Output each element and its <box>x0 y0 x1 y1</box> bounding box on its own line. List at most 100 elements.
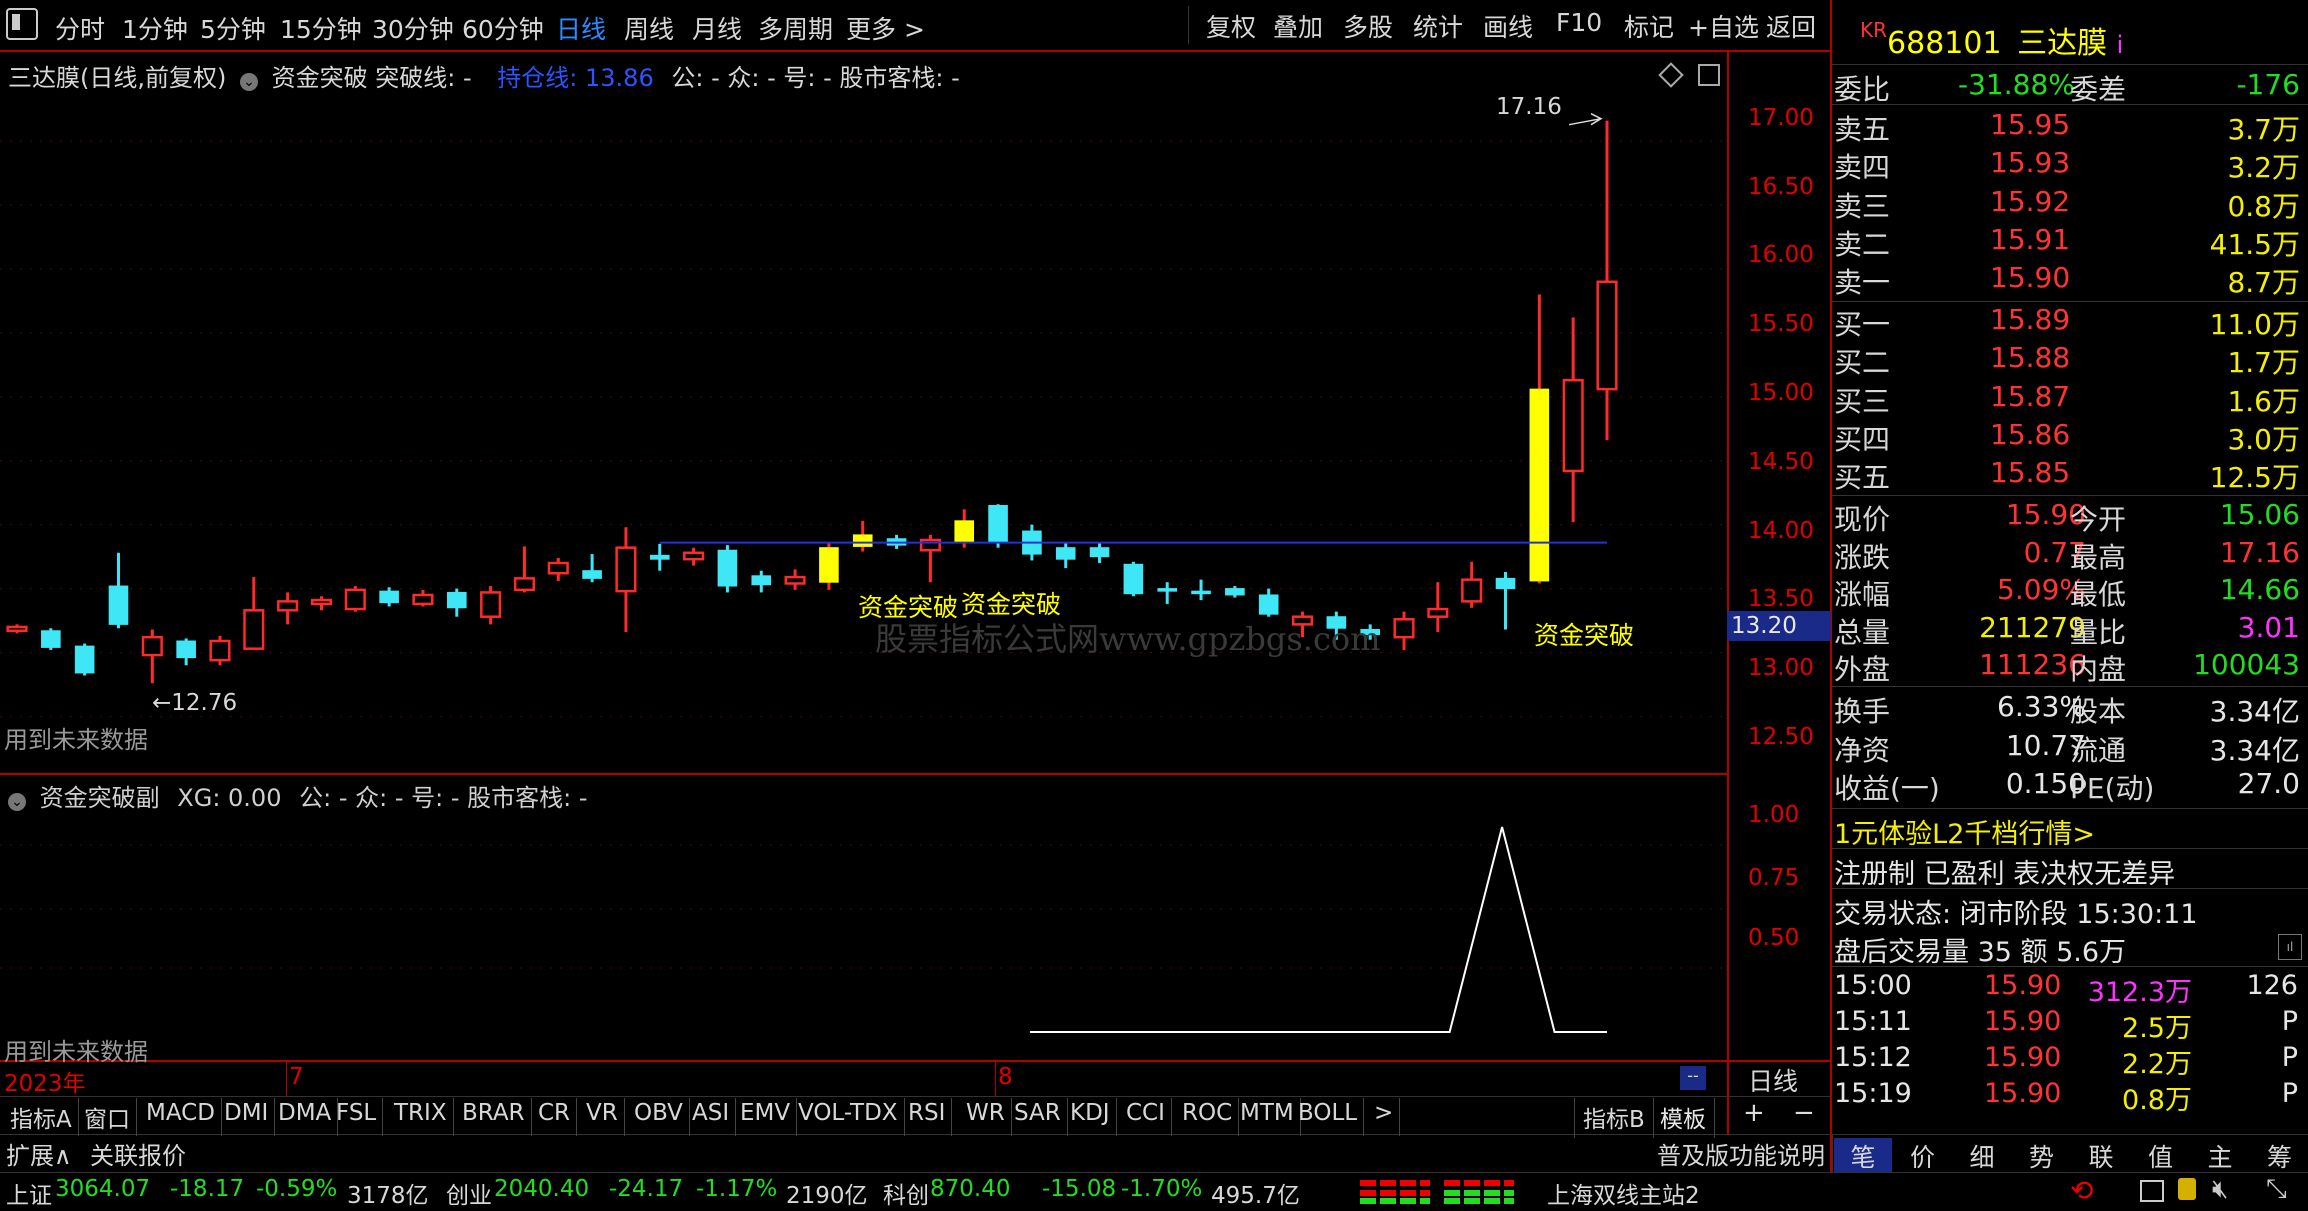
ask-level[interactable]: 卖三15.920.8万 <box>1834 185 2304 225</box>
indicator-tab[interactable]: EMV <box>736 1098 797 1136</box>
zoom-in-icon[interactable]: + <box>1743 1098 1765 1128</box>
window-icon[interactable] <box>2140 1180 2164 1202</box>
market-breadth-icon[interactable] <box>1352 1178 1527 1206</box>
tab-1min[interactable]: 1分钟 <box>122 10 188 46</box>
candle <box>1462 562 1481 608</box>
bid-level[interactable]: 买三15.871.6万 <box>1834 380 2304 420</box>
indicator-tab[interactable]: 窗口 <box>80 1098 137 1136</box>
time-cursor-box[interactable]: -- <box>1680 1066 1706 1090</box>
add-favorite-button[interactable]: +自选 <box>1688 8 1759 42</box>
indicator-tab[interactable]: ASI <box>688 1098 736 1136</box>
candle-body <box>1259 595 1278 614</box>
candle-body <box>8 627 27 631</box>
candle <box>549 558 568 581</box>
side-tab[interactable]: 价 <box>1894 1138 1952 1172</box>
mute-icon[interactable]: 🔇︎ <box>2212 1174 2228 1205</box>
indicator-tab[interactable]: TRIX <box>390 1098 454 1136</box>
tab-15min[interactable]: 15分钟 <box>280 10 362 46</box>
quote-label: 总量 <box>1834 616 1890 649</box>
tab-monthly[interactable]: 月线 <box>692 10 742 46</box>
side-tab[interactable]: 势 <box>2013 1138 2071 1172</box>
bid-level[interactable]: 买一15.8911.0万 <box>1834 303 2304 343</box>
feature-guide-link[interactable]: 普及版功能说明 <box>1657 1136 1825 1171</box>
f10-button[interactable]: F10 <box>1556 8 1602 42</box>
overlay-button[interactable]: 叠加 <box>1273 8 1323 42</box>
tab-30min[interactable]: 30分钟 <box>372 10 454 46</box>
indicator-b-tab[interactable]: 指标B <box>1574 1098 1654 1138</box>
indicator-tab[interactable]: BOLL <box>1294 1098 1364 1136</box>
tab-more[interactable]: 更多 > <box>846 10 925 46</box>
bid-level[interactable]: 买二15.881.7万 <box>1834 341 2304 381</box>
draw-line-button[interactable]: 画线 <box>1483 8 1533 42</box>
bid-level[interactable]: 买五15.8512.5万 <box>1834 456 2304 496</box>
side-tab[interactable]: 值 <box>2132 1138 2190 1172</box>
quote-row: 换手6.33%股本3.34亿 <box>1834 690 2304 730</box>
indicator-tab[interactable]: DMA <box>274 1098 338 1136</box>
tab-fenshi[interactable]: 分时 <box>55 10 105 46</box>
indicator-tab[interactable]: CCI <box>1122 1098 1172 1136</box>
info-icon[interactable]: i <box>2117 31 2124 59</box>
multi-stock-button[interactable]: 多股 <box>1343 8 1393 42</box>
ask-level[interactable]: 卖四15.933.2万 <box>1834 146 2304 186</box>
window-menu-icon[interactable] <box>6 8 38 40</box>
ask-level[interactable]: 卖五15.953.7万 <box>1834 108 2304 148</box>
quote-row: 收益(一)0.150PE(动)27.0 <box>1834 767 2304 807</box>
candle <box>481 586 500 624</box>
server-name[interactable]: 上海双线主站2 <box>1547 1176 1700 1210</box>
side-tab[interactable]: 联 <box>2072 1138 2130 1172</box>
bid-level[interactable]: 买四15.863.0万 <box>1834 418 2304 458</box>
indicator-tab[interactable]: FSL <box>332 1098 383 1136</box>
fuquan-button[interactable]: 复权 <box>1206 8 1256 42</box>
side-tab[interactable]: 筹 <box>2251 1138 2308 1172</box>
indicator-tab[interactable]: OBV <box>630 1098 690 1136</box>
indicator-tab[interactable]: KDJ <box>1066 1098 1117 1136</box>
indicator-tab[interactable]: > <box>1370 1098 1400 1136</box>
refresh-icon[interactable]: ⟲ <box>2070 1174 2093 1207</box>
mark-button[interactable]: 标记 <box>1624 8 1674 42</box>
tab-daily[interactable]: 日线 <box>556 10 606 46</box>
ask-level[interactable]: 卖二15.9141.5万 <box>1834 223 2304 263</box>
tab-5min[interactable]: 5分钟 <box>200 10 266 46</box>
candle-body <box>1056 548 1075 560</box>
related-quote-button[interactable]: 关联报价 <box>90 1136 186 1171</box>
stats-button[interactable]: 统计 <box>1413 8 1463 42</box>
link-icon[interactable]: ⤡ <box>2266 1174 2287 1205</box>
sub-indicator-chart[interactable] <box>0 775 1727 1060</box>
ask-level[interactable]: 卖一15.908.7万 <box>1834 261 2304 301</box>
current-price-tag: 13.20 <box>1727 611 1831 641</box>
indicator-tab[interactable]: BRAR <box>458 1098 532 1136</box>
side-tab[interactable]: 主 <box>2191 1138 2249 1172</box>
tab-multi-period[interactable]: 多周期 <box>758 10 833 46</box>
candle-body <box>414 595 433 604</box>
quote-value: 3.34亿 <box>2210 729 2300 769</box>
lock-icon[interactable] <box>2178 1178 2196 1200</box>
expand-button[interactable]: 扩展∧ <box>6 1136 72 1171</box>
candlestick-chart[interactable] <box>0 52 1727 773</box>
level-price: 15.87 <box>1990 380 2070 413</box>
axis-tick: 13.00 <box>1748 655 1814 681</box>
indicator-tab[interactable]: MACD <box>142 1098 222 1136</box>
side-tab[interactable]: 笔 <box>1834 1138 1892 1172</box>
candle <box>278 592 297 624</box>
side-tab[interactable]: 细 <box>1953 1138 2011 1172</box>
indicator-tab[interactable]: VR <box>582 1098 625 1136</box>
l2-promo-link[interactable]: 1元体验L2千档行情> <box>1834 812 2095 851</box>
level-price: 15.93 <box>1990 146 2070 179</box>
indicator-tab[interactable]: 指标A <box>6 1098 79 1136</box>
indicator-tab[interactable]: WR <box>962 1098 1012 1136</box>
indicator-tab[interactable]: VOL-TDX <box>794 1098 905 1136</box>
chart-mini-icon[interactable]: ıl <box>2278 934 2302 960</box>
zoom-out-icon[interactable]: − <box>1793 1098 1815 1128</box>
quote-row: 总量211279量比3.01 <box>1834 611 2304 651</box>
back-button[interactable]: 返回 <box>1766 8 1816 42</box>
indicator-tab[interactable]: MTM <box>1236 1098 1301 1136</box>
indicator-tab[interactable]: ROC <box>1178 1098 1239 1136</box>
level-label: 买三 <box>1834 385 1890 418</box>
indicator-tab[interactable]: CR <box>534 1098 577 1136</box>
tab-weekly[interactable]: 周线 <box>624 10 674 46</box>
indicator-tab[interactable]: DMI <box>220 1098 275 1136</box>
indicator-tab[interactable]: RSI <box>904 1098 952 1136</box>
indicator-tab[interactable]: SAR <box>1010 1098 1068 1136</box>
tab-60min[interactable]: 60分钟 <box>462 10 544 46</box>
template-tab[interactable]: 模板 <box>1652 1098 1715 1138</box>
